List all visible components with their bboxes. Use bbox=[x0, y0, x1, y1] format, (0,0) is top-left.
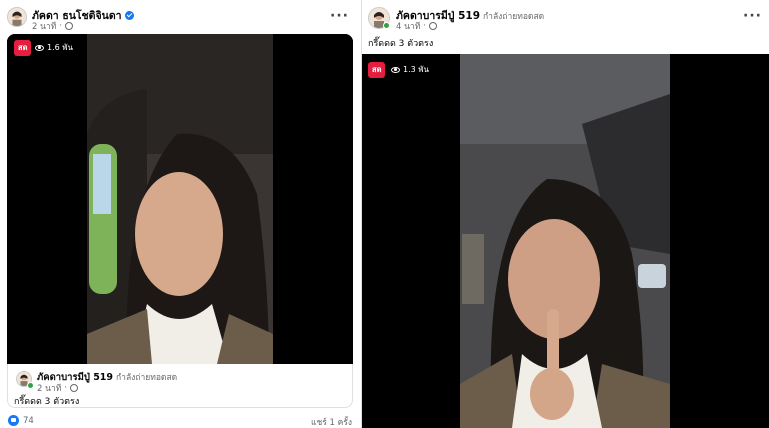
viewer-count: 1.3 พัน bbox=[391, 63, 429, 76]
viewer-count: 1.6 พัน bbox=[35, 41, 73, 54]
viewer-count-value: 1.3 พัน bbox=[403, 65, 430, 74]
live-video[interactable]: สด 1.3 พัน bbox=[362, 54, 769, 428]
more-options-button[interactable]: ··· bbox=[743, 8, 762, 24]
post-time[interactable]: 4 นาที bbox=[396, 19, 420, 33]
like-icon bbox=[8, 415, 19, 426]
shared-time[interactable]: 2 นาที bbox=[37, 381, 61, 395]
post-caption: กรี๊ดดด 3 ตัวตรง bbox=[368, 39, 434, 49]
video-frame bbox=[7, 34, 353, 364]
shared-live-status: กำลังถ่ายทอดสด bbox=[116, 373, 178, 383]
shared-meta: 2 นาที · bbox=[37, 381, 78, 395]
viewer-count-value: 1.6 พัน bbox=[47, 43, 74, 52]
meta-separator: · bbox=[423, 21, 426, 31]
shared-caption: กรี๊ดดด 3 ตัวตรง bbox=[14, 397, 80, 407]
globe-icon bbox=[70, 384, 78, 392]
more-options-button[interactable]: ··· bbox=[330, 8, 349, 24]
reactions-summary[interactable]: 74 bbox=[8, 415, 34, 426]
author-avatar[interactable] bbox=[7, 7, 27, 27]
right-post: ภัคดาบารมีปู่ 519 กำลังถ่ายทอดสด 4 นาที ·… bbox=[361, 0, 769, 428]
meta-separator: · bbox=[59, 21, 62, 31]
post-time[interactable]: 2 นาที bbox=[32, 19, 56, 33]
eye-icon bbox=[35, 44, 44, 51]
video-frame bbox=[362, 54, 769, 428]
post-meta: 2 นาที · bbox=[32, 19, 73, 33]
live-status: กำลังถ่ายทอดสด bbox=[483, 12, 545, 22]
eye-icon bbox=[391, 66, 400, 73]
globe-icon bbox=[65, 22, 73, 30]
left-post: ภัคดา ธนโชติจินดา 2 นาที · ··· สด 1.6 พั… bbox=[0, 0, 358, 428]
reactions-count: 74 bbox=[23, 415, 34, 426]
verified-badge-icon bbox=[124, 11, 134, 20]
live-badge: สด bbox=[14, 40, 32, 56]
meta-separator: · bbox=[64, 383, 67, 393]
online-status-icon bbox=[383, 22, 390, 29]
live-video[interactable]: สด 1.6 พัน bbox=[7, 34, 353, 364]
globe-icon bbox=[429, 22, 437, 30]
online-status-icon bbox=[27, 382, 34, 389]
live-badge: สด bbox=[368, 62, 386, 78]
post-meta: 4 นาที · bbox=[396, 19, 437, 33]
shares-count[interactable]: แชร์ 1 ครั้ง bbox=[311, 415, 352, 428]
